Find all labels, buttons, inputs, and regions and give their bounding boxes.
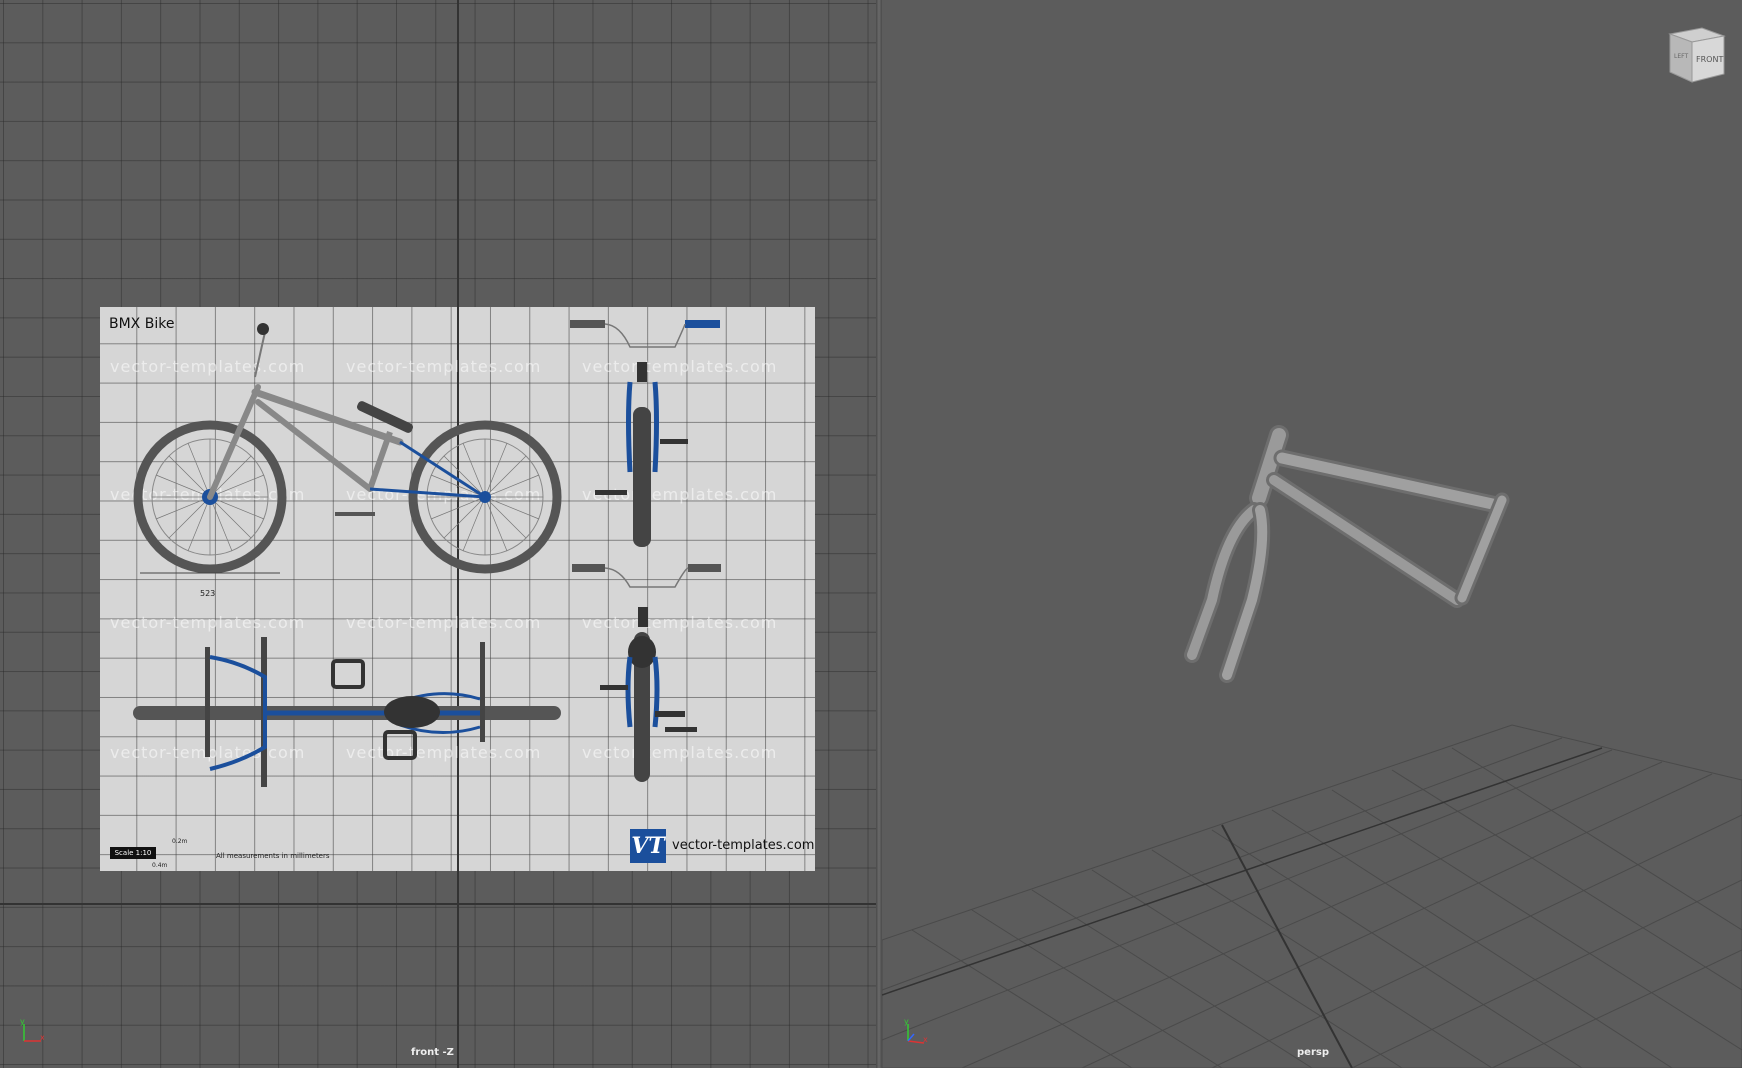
side-view-bike — [133, 323, 562, 574]
vt-logo: VT — [630, 829, 666, 863]
scale-bottom-unit: 0.4m — [152, 862, 168, 869]
reference-image-plane[interactable]: BMX Bike vector-templates.com vector-tem… — [100, 307, 815, 871]
top-view-bike — [133, 637, 561, 787]
axis-gizmo-icon: y x — [20, 1017, 44, 1042]
rear-view-bike — [572, 564, 721, 782]
axis-gizmo-icon: y x — [904, 1017, 928, 1044]
perspective-scene — [882, 425, 1742, 1068]
viewport-label-persp: persp — [1297, 1047, 1329, 1058]
front-view-bike — [570, 320, 720, 547]
svg-text:y: y — [20, 1017, 25, 1026]
front-viewport[interactable]: BMX Bike vector-templates.com vector-tem… — [0, 0, 876, 1068]
logo-text: vector-templates.com — [672, 838, 815, 853]
scale-top-unit: 0.2m — [172, 838, 188, 845]
svg-text:FRONT: FRONT — [1696, 55, 1723, 64]
measurement-note: All measurements in millimeters — [216, 852, 330, 860]
svg-text:x: x — [40, 1033, 44, 1042]
svg-text:x: x — [923, 1035, 928, 1044]
viewcube-icon[interactable]: LEFT FRONT — [1662, 26, 1728, 86]
ground-grid — [882, 724, 1742, 1068]
dimension-label: 523 — [200, 589, 216, 598]
svg-text:y: y — [904, 1017, 909, 1026]
viewport-label-front: front -Z — [411, 1047, 454, 1058]
persp-viewport[interactable]: LEFT FRONT y x persp — [882, 0, 1742, 1068]
front-axis-horizontal — [0, 903, 876, 905]
scale-box: Scale 1:10 — [110, 847, 156, 859]
svg-text:LEFT: LEFT — [1674, 53, 1688, 60]
bike-frame-model — [1184, 425, 1510, 683]
